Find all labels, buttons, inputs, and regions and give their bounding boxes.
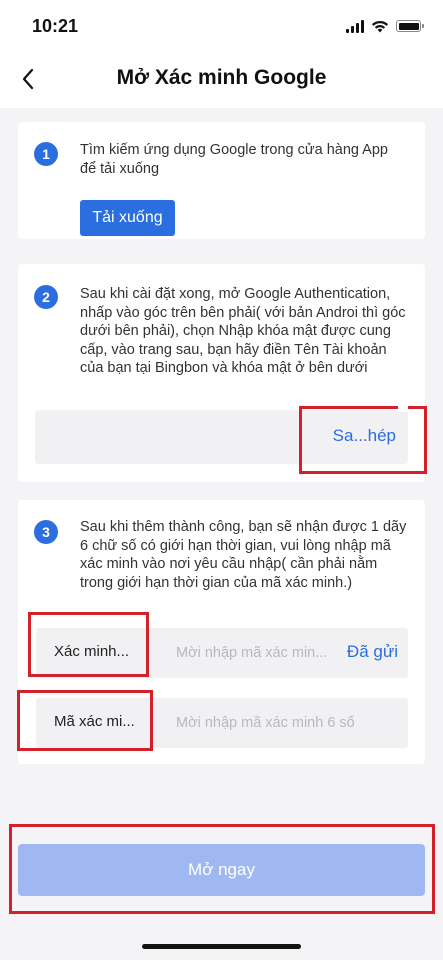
page-title: Mở Xác minh Google bbox=[116, 66, 327, 89]
cellular-signal-icon bbox=[346, 19, 364, 33]
step-2-number: 2 bbox=[34, 285, 58, 309]
status-bar: 10:21 bbox=[0, 0, 443, 52]
step-1-number: 1 bbox=[34, 142, 58, 166]
step-3-card: 3 Sau khi thêm thành công, bạn sẽ nhận đ… bbox=[18, 500, 425, 764]
wifi-icon bbox=[372, 20, 388, 32]
email-code-label: Xác minh... bbox=[54, 643, 130, 660]
step-2-card: 2 Sau khi cài đặt xong, mở Google Authen… bbox=[18, 264, 425, 482]
google-code-row: Mã xác mi... bbox=[36, 698, 408, 748]
copy-key-button[interactable]: Sa...hép bbox=[333, 426, 396, 446]
status-icons bbox=[346, 18, 424, 34]
nav-bar: Mở Xác minh Google bbox=[0, 52, 443, 108]
status-time: 10:21 bbox=[32, 16, 79, 36]
step-1-card: 1 Tìm kiếm ứng dụng Google trong cửa hàn… bbox=[18, 122, 425, 239]
highlight-gap bbox=[398, 404, 408, 412]
battery-icon bbox=[396, 20, 424, 32]
home-indicator bbox=[142, 944, 301, 949]
step-2-text: Sau khi cài đặt xong, mở Google Authenti… bbox=[80, 286, 406, 376]
download-button[interactable]: Tải xuống bbox=[80, 200, 175, 236]
email-code-input[interactable] bbox=[176, 628, 354, 678]
step-3-text: Sau khi thêm thành công, bạn sẽ nhận đượ… bbox=[80, 519, 407, 591]
google-code-input[interactable] bbox=[176, 698, 401, 748]
step-3-number: 3 bbox=[34, 520, 58, 544]
email-code-row: Xác minh... Đã gửi bbox=[36, 628, 408, 678]
google-code-label: Mã xác mi... bbox=[54, 713, 135, 730]
send-code-button[interactable]: Đã gửi bbox=[347, 642, 398, 662]
secret-key-row: Sa...hép bbox=[35, 410, 408, 464]
step-1-text: Tìm kiếm ứng dụng Google trong cửa hàng … bbox=[80, 142, 388, 177]
open-now-button[interactable]: Mở ngay bbox=[18, 844, 425, 896]
